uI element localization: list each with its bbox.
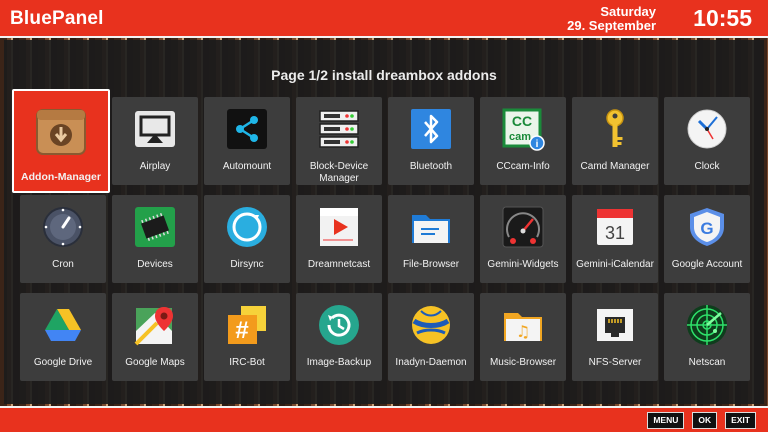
tile-label: CCcam-Info — [496, 161, 550, 172]
tile-label: Clock — [694, 161, 720, 172]
airplay-icon — [133, 107, 177, 151]
svg-text:♫: ♫ — [516, 322, 530, 341]
tile-automount[interactable]: Automount — [204, 97, 290, 185]
tile-label: Google Drive — [33, 357, 93, 368]
play-icon — [317, 205, 361, 249]
dial-icon — [41, 205, 85, 249]
addon-manager-icon — [34, 105, 88, 159]
tile-cron[interactable]: Cron — [20, 195, 106, 283]
tile-label: Google Maps — [125, 357, 185, 368]
tile-label: Music-Browser — [489, 357, 557, 368]
page-title: Page 1/2 install dreambox addons — [271, 67, 497, 83]
ok-button[interactable]: OK — [692, 412, 718, 429]
tile-airplay[interactable]: Airplay — [112, 97, 198, 185]
exit-button[interactable]: EXIT — [725, 412, 756, 429]
tile-label: Google Account — [671, 259, 743, 270]
weekday: Saturday — [600, 4, 656, 19]
backup-icon — [317, 303, 361, 347]
tile-image-backup[interactable]: Image-Backup — [296, 293, 382, 381]
tile-inadyn-daemon[interactable]: Inadyn-Daemon — [388, 293, 474, 381]
bluetooth-icon — [409, 107, 453, 151]
music-folder-icon: ♫ — [501, 303, 545, 347]
gauge-icon — [501, 205, 545, 249]
key-icon — [593, 107, 637, 151]
ethernet-port-icon — [593, 303, 637, 347]
bottom-bar: MENU OK EXIT — [0, 406, 768, 432]
tile-nfs-server[interactable]: NFS-Server — [572, 293, 658, 381]
tile-label: Gemini-iCalendar — [576, 259, 654, 270]
radar-icon — [685, 303, 729, 347]
calendar-icon: 31 — [593, 205, 637, 249]
tile-google-maps[interactable]: Google Maps — [112, 293, 198, 381]
tile-block-device-manager[interactable]: Block-Device Manager — [296, 97, 382, 185]
svg-text:cam: cam — [509, 131, 531, 143]
tile-label: IRC-Bot — [229, 357, 265, 368]
tile-devices[interactable]: Devices — [112, 195, 198, 283]
tile-label: Camd Manager — [580, 161, 650, 172]
share-icon — [225, 107, 269, 151]
tile-dreamnetcast[interactable]: Dreamnetcast — [296, 195, 382, 283]
date-display: Saturday 29. September — [567, 5, 656, 33]
svg-text:#: # — [235, 317, 248, 344]
tile-clock[interactable]: Clock — [664, 97, 750, 185]
tile-dirsync[interactable]: Dirsync — [204, 195, 290, 283]
tile-label: Netscan — [688, 357, 726, 368]
tile-label: NFS-Server — [588, 357, 642, 368]
tile-label: Devices — [137, 259, 173, 270]
google-shield-icon: G — [685, 205, 729, 249]
menu-button[interactable]: MENU — [647, 412, 685, 429]
tile-label: Dreamnetcast — [307, 259, 371, 270]
addon-grid: Addon-Manager Airplay Automount Block-De… — [12, 89, 750, 381]
svg-text:CC: CC — [512, 113, 532, 129]
cccam-icon: CC cam i — [501, 107, 545, 151]
tile-music-browser[interactable]: ♫ Music-Browser — [480, 293, 566, 381]
tile-label: Bluetooth — [409, 161, 453, 172]
tile-cccam-info[interactable]: CC cam i CCcam-Info — [480, 97, 566, 185]
brand-title: BluePanel — [10, 8, 104, 29]
tile-gemini-widgets[interactable]: Gemini-Widgets — [480, 195, 566, 283]
tile-camd-manager[interactable]: Camd Manager — [572, 97, 658, 185]
tile-irc-bot[interactable]: # IRC-Bot — [204, 293, 290, 381]
server-icon — [317, 107, 361, 151]
tile-label: Inadyn-Daemon — [395, 357, 467, 368]
tile-gemini-icalendar[interactable]: 31 Gemini-iCalendar — [572, 195, 658, 283]
tile-file-browser[interactable]: File-Browser — [388, 195, 474, 283]
hashtag-icon: # — [225, 303, 269, 347]
tile-label: Dirsync — [230, 259, 264, 270]
folder-icon — [409, 205, 453, 249]
tile-label: Cron — [52, 259, 74, 270]
svg-text:31: 31 — [605, 223, 625, 243]
tile-label: Gemini-Widgets — [487, 259, 559, 270]
tile-label: Addon-Manager — [21, 171, 101, 183]
inadyn-ball-icon — [409, 303, 453, 347]
tile-label: Image-Backup — [306, 357, 372, 368]
svg-text:G: G — [700, 219, 713, 238]
sync-icon — [225, 205, 269, 249]
clock-time: 10:55 — [693, 5, 752, 31]
tile-addon-manager[interactable]: Addon-Manager — [12, 89, 110, 193]
tile-netscan[interactable]: Netscan — [664, 293, 750, 381]
tile-label: File-Browser — [402, 259, 460, 270]
google-maps-icon — [133, 303, 177, 347]
tile-google-drive[interactable]: Google Drive — [20, 293, 106, 381]
tile-label: Block-Device Manager — [309, 161, 369, 184]
key-hints: MENU OK EXIT — [647, 412, 756, 429]
clock-icon — [685, 107, 729, 151]
addon-panel: Page 1/2 install dreambox addons Addon-M… — [4, 40, 764, 404]
tile-label: Airplay — [139, 161, 171, 172]
svg-text:i: i — [536, 139, 539, 150]
google-drive-icon — [41, 303, 85, 347]
tile-label: Automount — [222, 161, 272, 172]
chip-icon — [133, 205, 177, 249]
tile-google-account[interactable]: G Google Account — [664, 195, 750, 283]
date: 29. September — [567, 18, 656, 33]
tile-bluetooth[interactable]: Bluetooth — [388, 97, 474, 185]
top-bar: BluePanel Saturday 29. September 10:55 — [0, 0, 768, 38]
